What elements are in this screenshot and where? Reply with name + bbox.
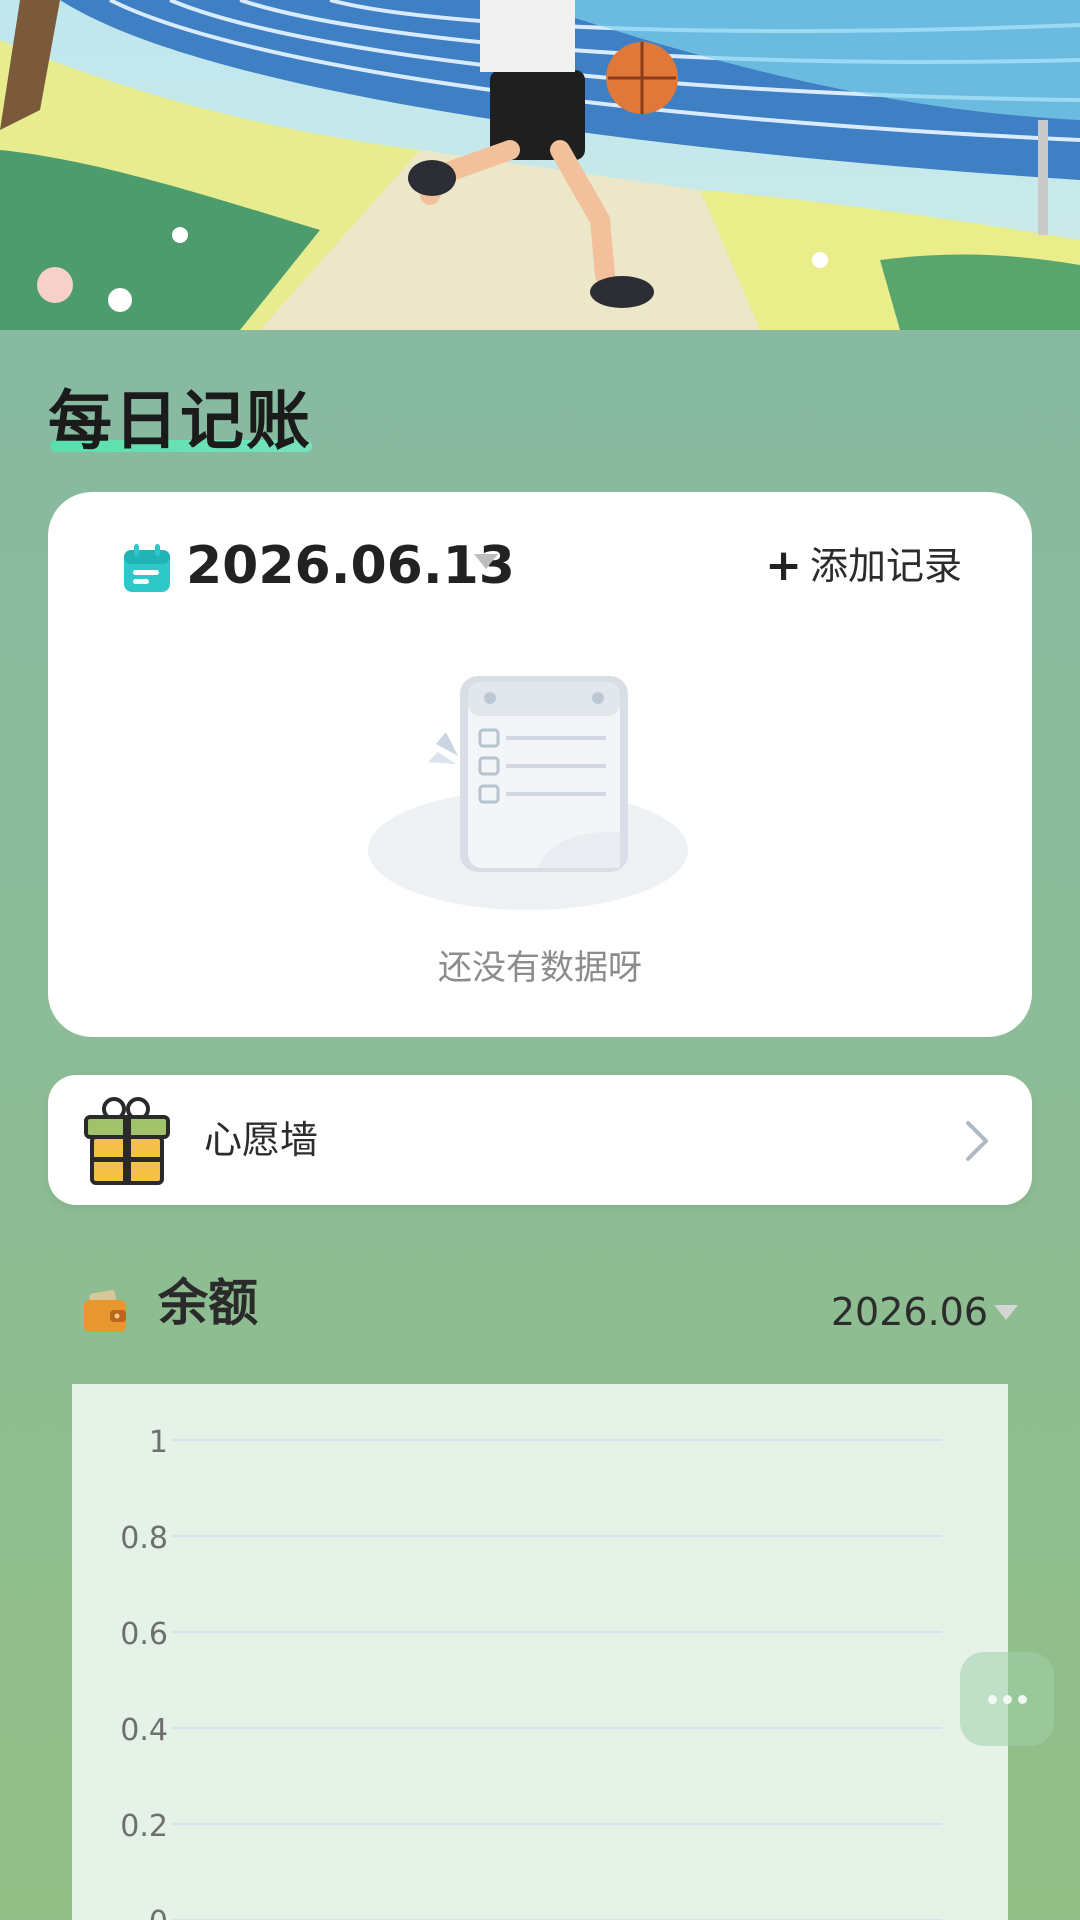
balance-title: 余额 xyxy=(158,1274,258,1332)
add-record-label: 添加记录 xyxy=(809,544,962,588)
month-value: 2026.06 xyxy=(830,1290,988,1334)
daily-record-card: 2026.06.13 + 添加记录 还没有数据呀 xyxy=(48,492,1032,1037)
empty-clipboard-illustration xyxy=(368,676,688,910)
chevron-right-icon xyxy=(966,1121,988,1161)
y-tick-label: 0 xyxy=(149,1905,168,1920)
balance-chart: 1 0.8 0.6 0.4 0.2 0 xyxy=(72,1384,1008,1920)
wish-wall-label: 心愿墙 xyxy=(204,1118,319,1162)
wallet-icon xyxy=(84,1290,126,1332)
dot-icon xyxy=(987,1694,997,1704)
empty-state-text: 还没有数据呀 xyxy=(438,948,642,988)
add-record-button[interactable]: + 添加记录 xyxy=(765,536,962,596)
caret-down-icon xyxy=(994,1304,1018,1320)
plus-icon: + xyxy=(765,540,802,591)
date-selector[interactable]: 2026.06.13 xyxy=(186,532,515,600)
dot-icon xyxy=(1002,1694,1012,1704)
floating-more-button[interactable] xyxy=(960,1652,1054,1746)
balance-chart-svg: 1 0.8 0.6 0.4 0.2 0 xyxy=(120,1425,942,1920)
gift-icon xyxy=(84,1097,170,1185)
page-title: 每日记账 xyxy=(48,385,312,459)
caret-down-icon[interactable] xyxy=(474,554,498,569)
hero-illustration xyxy=(0,0,1080,330)
y-tick-label: 1 xyxy=(149,1425,168,1460)
y-tick-label: 0.6 xyxy=(120,1617,168,1652)
y-tick-label: 0.2 xyxy=(120,1809,168,1844)
y-tick-label: 0.8 xyxy=(120,1521,168,1556)
calendar-icon xyxy=(124,544,170,592)
dot-icon xyxy=(1017,1694,1027,1704)
month-selector[interactable]: 2026.06 xyxy=(831,1290,1018,1334)
wish-wall-entry[interactable]: 心愿墙 xyxy=(48,1075,1032,1205)
y-tick-label: 0.4 xyxy=(120,1713,168,1748)
